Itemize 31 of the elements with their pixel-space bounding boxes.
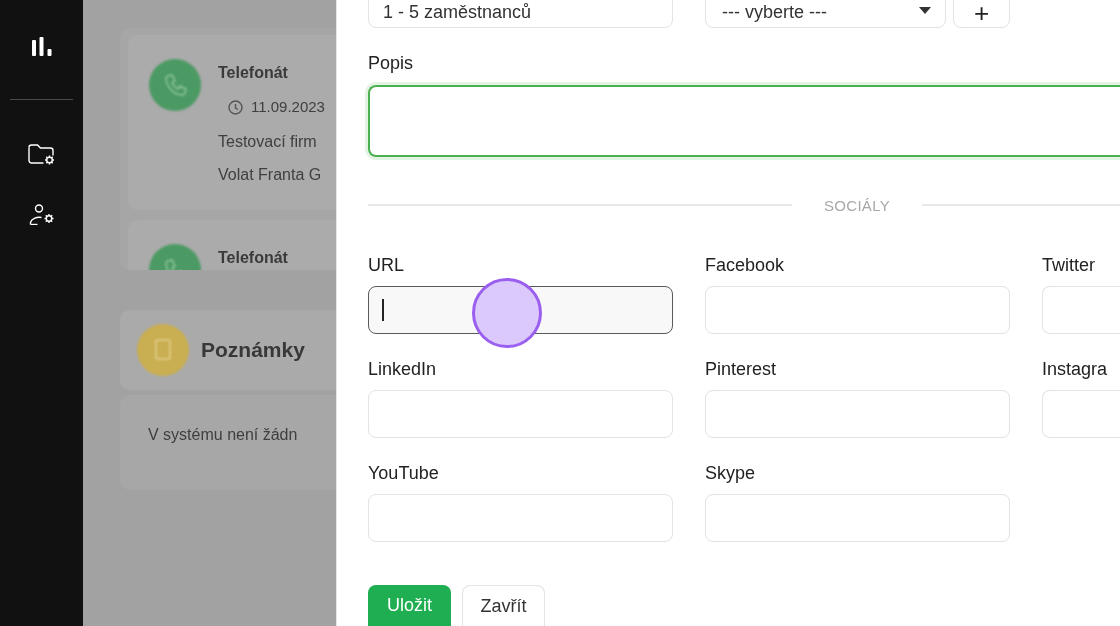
activity-note: Volat Franta G — [218, 165, 322, 185]
field-label: LinkedIn — [368, 358, 438, 380]
activity-company: Testovací firm — [218, 132, 317, 152]
activity-title: Telefonát — [218, 63, 288, 83]
user-gear-icon[interactable] — [28, 204, 55, 225]
click-marker-icon — [472, 278, 542, 348]
document-icon — [137, 324, 189, 376]
field-label: YouTube — [368, 462, 440, 484]
field-label: Twitter — [1042, 254, 1096, 276]
field-label: Facebook — [705, 254, 786, 276]
section-title: SOCIÁLY — [823, 196, 891, 214]
field-label: URL — [368, 254, 405, 276]
clock-icon — [228, 99, 243, 115]
field-label: Pinterest — [705, 358, 778, 380]
empty-notes-text: V systému není žádn — [148, 426, 298, 443]
field-label: Popis — [368, 52, 415, 74]
notes-title: Poznámky — [201, 338, 305, 362]
activity-date: 11.09.2023 — [251, 97, 325, 117]
caret-icon — [919, 7, 931, 14]
activity-title: Telefonát — [218, 248, 288, 268]
dropdown[interactable]: --- vyberte --- — [705, 0, 946, 28]
text-caret-icon — [382, 299, 384, 321]
phone-icon — [149, 59, 201, 111]
folder-gear-icon[interactable] — [28, 143, 55, 165]
field-label: Instagra — [1042, 358, 1109, 380]
text-input[interactable]: 1 - 5 zaměstnanců — [368, 0, 673, 28]
bar-chart-icon[interactable] — [32, 37, 52, 56]
description-textarea[interactable] — [368, 85, 1120, 157]
field-label: Skype — [705, 462, 757, 484]
add-button[interactable]: + — [953, 0, 1010, 28]
secondary-button[interactable]: Zavřít — [462, 585, 545, 626]
